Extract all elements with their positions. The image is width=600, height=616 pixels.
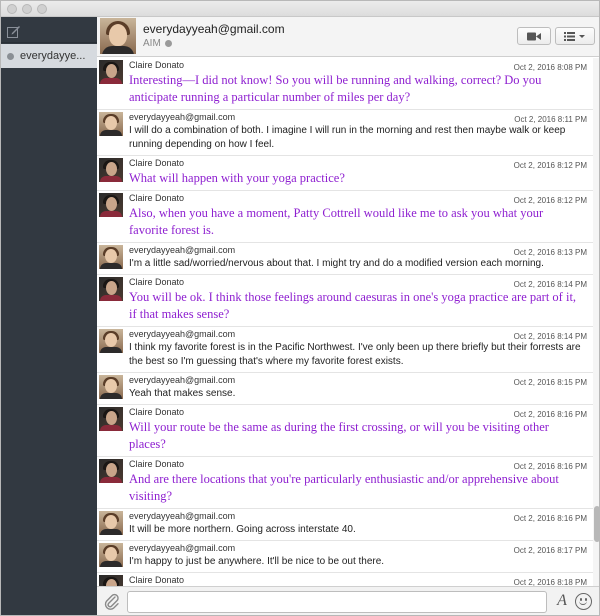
message-row: everydayyeah@gmail.com Oct 2, 2016 8:15 P…	[97, 373, 593, 405]
message-timestamp: Oct 2, 2016 8:14 PM	[513, 332, 587, 341]
close-window-button[interactable]	[7, 4, 17, 14]
message-row: Claire DonatoOct 2, 2016 8:18 PMDo you h…	[97, 573, 593, 586]
title-bar	[1, 1, 599, 17]
message-timestamp: Oct 2, 2016 8:08 PM	[513, 63, 587, 72]
message-sender: everydayyeah@gmail.com	[129, 245, 236, 255]
attachment-icon[interactable]	[103, 593, 121, 611]
compose-bar: A	[97, 586, 599, 615]
sidebar-conversation-label: everydayye...	[20, 50, 86, 62]
message-sender: everydayyeah@gmail.com	[129, 543, 236, 553]
sender-avatar	[99, 329, 123, 353]
font-icon[interactable]: A	[553, 592, 571, 612]
offline-status-dot	[7, 52, 14, 60]
message-timestamp: Oct 2, 2016 8:14 PM	[513, 280, 587, 289]
video-call-button[interactable]	[517, 27, 551, 45]
message-sender: everydayyeah@gmail.com	[129, 375, 236, 385]
message-sender: Claire Donato	[129, 193, 185, 203]
message-sender: Claire Donato	[129, 407, 185, 417]
conversation-sidebar: everydayye...	[1, 17, 97, 615]
sender-avatar	[99, 193, 123, 217]
sender-avatar	[99, 112, 123, 136]
message-timestamp: Oct 2, 2016 8:17 PM	[513, 546, 587, 555]
emoji-icon[interactable]	[575, 593, 592, 610]
message-transcript[interactable]: Claire Donato Oct 2, 2016 8:08 PM Interest…	[97, 58, 593, 586]
sender-avatar	[99, 158, 123, 182]
message-sender: Claire Donato	[129, 60, 185, 70]
message-sender: everydayyeah@gmail.com	[129, 329, 236, 339]
sender-avatar	[99, 543, 123, 567]
message-sender: Claire Donato	[129, 575, 185, 585]
message-sender: Claire Donato	[129, 158, 185, 168]
message-row: everydayyeah@gmail.com Oct 2, 2016 8:17 P…	[97, 541, 593, 573]
sender-avatar	[99, 407, 123, 431]
scrollbar-thumb[interactable]	[594, 506, 599, 542]
message-row: Claire Donato Oct 2, 2016 8:12 PM What wil…	[97, 156, 593, 191]
message-timestamp: Oct 2, 2016 8:12 PM	[513, 196, 587, 205]
minimize-window-button[interactable]	[22, 4, 32, 14]
video-call-icon	[527, 32, 541, 40]
message-timestamp: Oct 2, 2016 8:16 PM	[513, 514, 587, 523]
message-row: everydayyeah@gmail.com Oct 2, 2016 8:13 P…	[97, 243, 593, 275]
message-row: Claire Donato Oct 2, 2016 8:12 PM Also, wh…	[97, 191, 593, 243]
contact-name: everydayyeah@gmail.com	[143, 22, 285, 36]
sender-avatar	[99, 60, 123, 84]
sidebar-conversation-item[interactable]: everydayye...	[1, 44, 97, 68]
message-sender: Claire Donato	[129, 459, 185, 469]
message-timestamp: Oct 2, 2016 8:16 PM	[513, 462, 587, 471]
message-row: Claire Donato Oct 2, 2016 8:16 PM And are …	[97, 457, 593, 509]
sender-avatar	[99, 511, 123, 535]
message-row: everydayyeah@gmail.com Oct 2, 2016 8:11 P…	[97, 110, 593, 156]
message-row: everydayyeah@gmail.com Oct 2, 2016 8:16 P…	[97, 509, 593, 541]
sender-avatar	[99, 575, 123, 586]
message-sender: everydayyeah@gmail.com	[129, 112, 236, 122]
message-timestamp: Oct 2, 2016 8:11 PM	[514, 115, 587, 124]
message-row: Claire Donato Oct 2, 2016 8:14 PM You will…	[97, 275, 593, 327]
message-timestamp: Oct 2, 2016 8:12 PM	[513, 161, 587, 170]
conversation-header: everydayyeah@gmail.com AIM	[97, 17, 599, 57]
message-timestamp: Oct 2, 2016 8:13 PM	[513, 248, 587, 257]
message-input[interactable]	[127, 591, 547, 613]
contact-service: AIM	[143, 38, 172, 49]
message-sender: Claire Donato	[129, 277, 185, 287]
transcript-scrollbar[interactable]	[593, 58, 599, 586]
sidebar-header	[1, 17, 97, 43]
compose-icon[interactable]	[7, 25, 21, 38]
message-timestamp: Oct 2, 2016 8:18 PM	[513, 578, 587, 586]
details-menu-button[interactable]	[555, 27, 595, 45]
messages-window: everydayye... everydayyeah@gmail.com AIM	[0, 0, 600, 616]
contact-avatar	[100, 18, 136, 54]
status-dot	[164, 40, 172, 47]
message-timestamp: Oct 2, 2016 8:16 PM	[513, 410, 587, 419]
sender-avatar	[99, 277, 123, 301]
service-label: AIM	[143, 38, 161, 49]
sender-avatar	[99, 459, 123, 483]
message-sender: everydayyeah@gmail.com	[129, 511, 236, 521]
message-row: everydayyeah@gmail.com Oct 2, 2016 8:14 P…	[97, 327, 593, 373]
message-row: Claire Donato Oct 2, 2016 8:08 PM Interest…	[97, 58, 593, 110]
message-row: Claire Donato Oct 2, 2016 8:16 PM Will you…	[97, 405, 593, 457]
zoom-window-button[interactable]	[37, 4, 47, 14]
sender-avatar	[99, 245, 123, 269]
message-timestamp: Oct 2, 2016 8:15 PM	[513, 378, 587, 387]
sender-avatar	[99, 375, 123, 399]
list-menu-icon	[564, 31, 585, 41]
